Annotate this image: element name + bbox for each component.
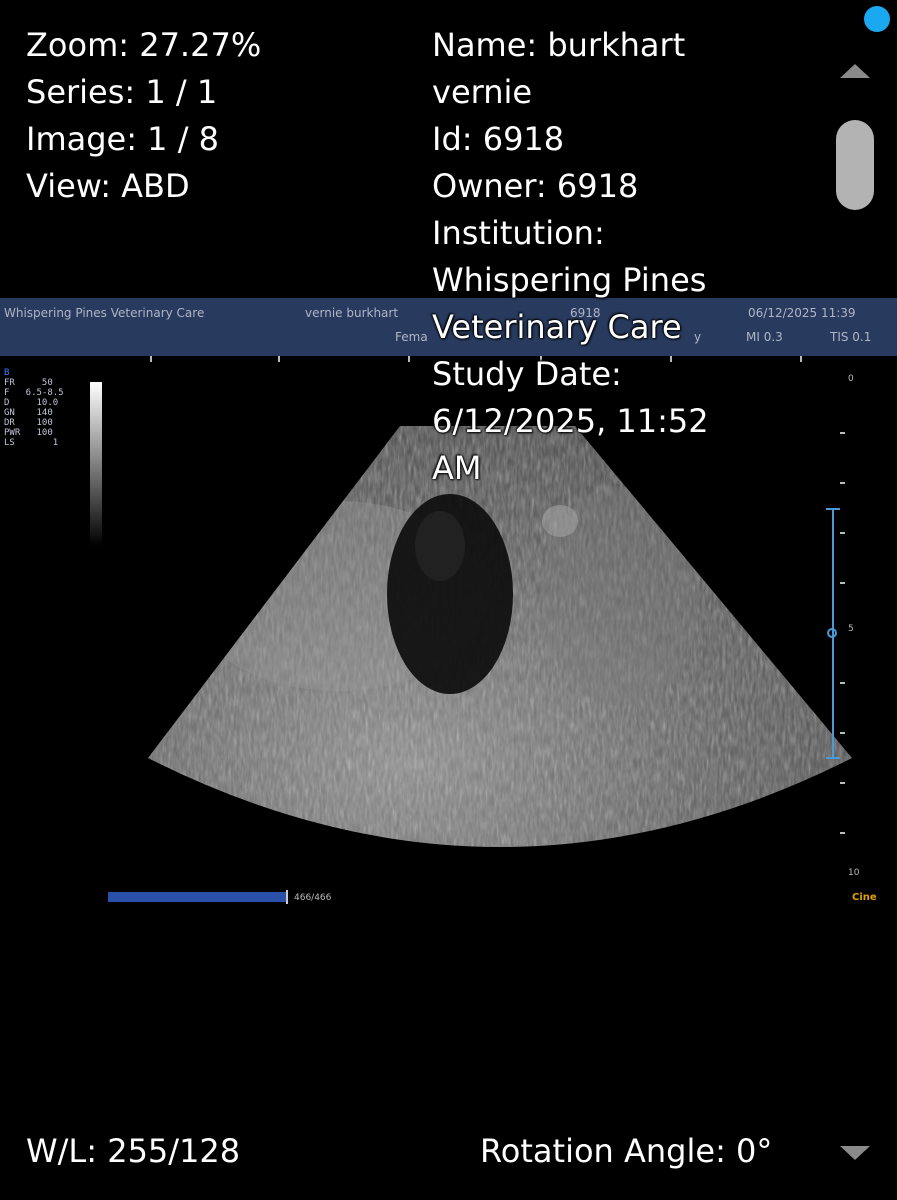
dicom-viewport[interactable]: Whispering Pines Veterinary Care vernie … xyxy=(0,0,897,1200)
param-row: LS 1 xyxy=(4,438,59,448)
institution-label: Institution: xyxy=(432,214,605,252)
cine-frame-count: 466/466 xyxy=(294,893,332,903)
depth-bottom-label: 10 xyxy=(848,868,860,878)
study-date: 6/12/2025, 11:52 xyxy=(432,402,709,440)
banner-clinic: Whispering Pines Veterinary Care xyxy=(4,306,205,320)
grayscale-bar xyxy=(90,382,102,546)
rotation-angle: Rotation Angle: 0° xyxy=(480,1132,773,1170)
banner-patient: vernie burkhart xyxy=(305,306,399,320)
depth-top-label: 0 xyxy=(848,374,854,384)
scan-parameters: B FR 50 F 6.5-8.5 D 10.0 GN 140 DR 100 P… xyxy=(4,368,64,448)
param-row: D 10.0 xyxy=(4,398,59,408)
institution-name: Whispering Pines xyxy=(432,261,707,299)
focus-cap-bottom xyxy=(826,757,840,759)
chevron-down-icon[interactable] xyxy=(840,1146,870,1160)
patient-id: Id: 6918 xyxy=(432,120,565,158)
window-level: W/L: 255/128 xyxy=(26,1132,241,1170)
study-date-label: Study Date: xyxy=(432,355,622,393)
series-index: Series: 1 / 1 xyxy=(26,73,218,111)
overlay-top-right: Name: burkhart vernie Id: 6918 Owner: 69… xyxy=(432,22,709,492)
image-index: Image: 1 / 8 xyxy=(26,120,220,158)
image-scroll-thumb[interactable] xyxy=(836,120,874,210)
cine-label: Cine xyxy=(852,892,877,903)
param-row: GN 140 xyxy=(4,408,53,418)
institution-name-cont: Veterinary Care xyxy=(432,308,682,346)
chevron-up-icon[interactable] xyxy=(840,64,870,78)
focus-marker xyxy=(827,628,837,638)
param-row: FR 50 xyxy=(4,378,53,388)
depth-scale: 0 5 10 xyxy=(836,372,876,892)
cine-progress-bar xyxy=(108,892,286,902)
param-row: F 6.5-8.5 xyxy=(4,388,64,398)
study-date-cont: AM xyxy=(432,449,482,487)
mode-label: B xyxy=(4,368,10,378)
focus-cap-top xyxy=(826,508,840,510)
owner-id: Owner: 6918 xyxy=(432,167,639,205)
banner-sex: Fema xyxy=(395,330,428,344)
zoom-level: Zoom: 27.27% xyxy=(26,26,262,64)
depth-mid-label: 5 xyxy=(848,624,854,634)
status-dot-icon xyxy=(864,6,890,32)
view-label: View: ABD xyxy=(26,167,190,205)
param-row: PWR 100 xyxy=(4,428,53,438)
param-row: DR 100 xyxy=(4,418,53,428)
overlay-top-left: Zoom: 27.27% Series: 1 / 1 Image: 1 / 8 … xyxy=(26,22,261,210)
patient-name-cont: vernie xyxy=(432,73,533,111)
cine-bar-end xyxy=(286,890,288,904)
patient-name: Name: burkhart xyxy=(432,26,686,64)
banner-mi: MI 0.3 xyxy=(746,330,783,344)
banner-tis: TIS 0.1 xyxy=(830,330,872,344)
banner-datetime: 06/12/2025 11:39 xyxy=(748,306,856,320)
